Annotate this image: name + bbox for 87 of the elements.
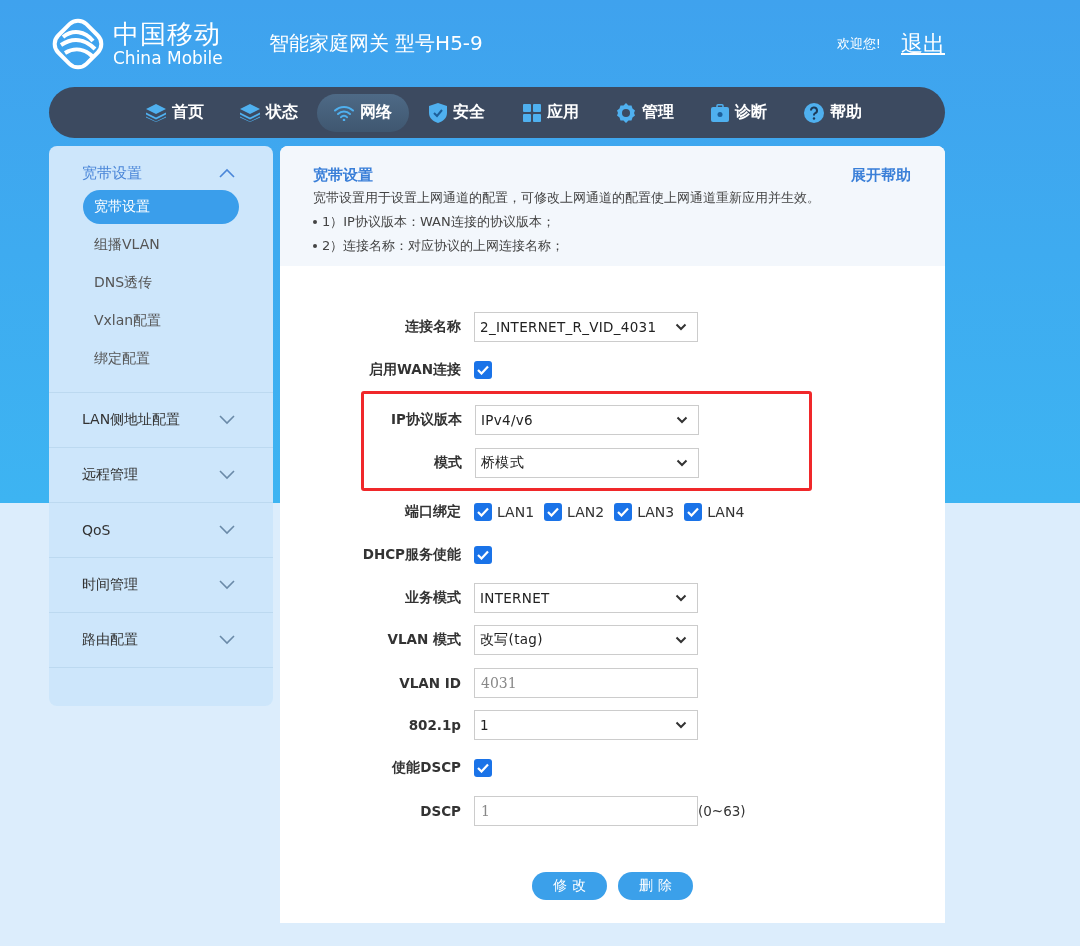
chevron-down-icon (219, 415, 235, 425)
grid-icon (523, 103, 541, 122)
sidebar-item[interactable]: 绑定配置 (83, 342, 239, 376)
dropdown[interactable]: 改写(tag) (474, 625, 698, 656)
checkbox[interactable] (614, 503, 633, 522)
bullet-icon (313, 220, 317, 224)
chevron-down-icon (219, 580, 235, 590)
nav-tab[interactable]: 管理 (599, 93, 691, 132)
nav-tab[interactable]: 首页 (129, 93, 221, 132)
checkmark-icon (547, 507, 560, 518)
checkbox-label: LAN3 (637, 504, 675, 521)
field-label: 连接名称 (404, 318, 461, 337)
welcome-text: 欢迎您! (836, 34, 881, 53)
sidebar-group[interactable]: QoS (49, 503, 273, 557)
panel-title: 宽带设置 (313, 166, 373, 185)
checkbox-label: LAN4 (707, 504, 745, 521)
nav-tab[interactable]: 安全 (411, 93, 503, 132)
checkmark-icon (477, 550, 489, 561)
chevron-down-icon (675, 636, 687, 645)
sidebar-item[interactable]: 组播VLAN (83, 228, 239, 262)
checkbox[interactable] (544, 503, 563, 522)
layers-icon (146, 103, 166, 122)
help-link[interactable]: 展开帮助 (851, 166, 911, 185)
sidebar-group[interactable]: LAN侧地址配置 (49, 393, 273, 447)
checkbox-label: LAN1 (497, 504, 535, 521)
sidebar-group[interactable]: 远程管理 (49, 448, 273, 502)
checkmark-icon (477, 763, 489, 774)
chevron-down-icon (676, 458, 688, 467)
checkbox[interactable] (474, 546, 492, 565)
field-label: VLAN ID (398, 674, 461, 691)
checkmark-icon (477, 507, 489, 518)
chevron-down-icon (219, 635, 235, 645)
sidebar-item[interactable]: Vxlan配置 (83, 304, 239, 338)
checkbox[interactable] (474, 360, 492, 379)
input-field[interactable]: 4031 (474, 667, 698, 698)
layers-icon (240, 103, 260, 122)
nav-tab[interactable]: 帮助 (787, 93, 879, 132)
checkmark-icon (687, 507, 700, 518)
nav-tab[interactable]: 应用 (505, 93, 597, 132)
dropdown[interactable]: IPv4/v6 (475, 404, 699, 435)
bullet-icon (313, 244, 317, 248)
field-label: DSCP (419, 802, 461, 819)
shield-check-icon (429, 102, 447, 123)
description-text: 宽带设置用于设置上网通道的配置，可修改上网通道的配置使上网通道重新应用并生效。 (313, 189, 821, 207)
wifi-icon (334, 104, 354, 121)
field-label: 使能DSCP (391, 759, 461, 778)
field-label: VLAN 模式 (386, 631, 461, 650)
field-label: DHCP服务使能 (361, 546, 461, 565)
sidebar-item[interactable]: DNS透传 (83, 266, 239, 300)
chevron-down-icon (676, 415, 688, 424)
checkmark-icon (477, 364, 489, 375)
nav-tab[interactable]: 诊断 (693, 93, 785, 132)
logo-subtext: China Mobile (113, 49, 223, 67)
checkmark-icon (617, 507, 630, 518)
checkbox[interactable] (684, 503, 703, 522)
bullet-text: 1）IP协议版本：WAN连接的协议版本； (322, 213, 555, 231)
input-field[interactable]: 1 (474, 795, 698, 826)
chevron-down-icon (675, 721, 687, 730)
gear-icon (616, 102, 636, 123)
field-label: IP协议版本 (390, 410, 462, 429)
dropdown[interactable]: 2_INTERNET_R_VID_4031 (474, 312, 698, 343)
range-hint: (0~63) (698, 802, 746, 819)
chevron-down-icon (675, 593, 687, 602)
chevron-down-icon (219, 470, 235, 480)
nav-tab[interactable]: 状态 (223, 93, 315, 132)
field-label: 端口绑定 (404, 503, 461, 522)
bullet-text: 2）连接名称：对应协议的上网连接名称； (322, 237, 565, 255)
checkbox[interactable] (474, 759, 492, 778)
nav-tab[interactable]: 网络 (317, 93, 409, 132)
dropdown[interactable]: 1 (474, 710, 698, 741)
chevron-down-icon (675, 323, 687, 332)
field-label: 业务模式 (404, 588, 461, 607)
sidebar-group[interactable]: 路由配置 (49, 613, 273, 667)
checkbox[interactable] (474, 503, 492, 522)
chevron-up-icon (219, 168, 235, 178)
checkbox-label: LAN2 (567, 504, 605, 521)
chevron-down-icon (219, 525, 235, 535)
field-label: 启用WAN连接 (367, 360, 461, 379)
logo-text: 中国移动 (113, 20, 222, 47)
dropdown[interactable]: INTERNET (474, 582, 698, 613)
sidebar-group[interactable]: 时间管理 (49, 558, 273, 612)
field-label: 802.1p (407, 717, 461, 734)
page-title: 智能家庭网关 型号H5-9 (268, 30, 483, 57)
help-icon (804, 102, 824, 123)
field-label: 模式 (433, 453, 462, 472)
toolbox-icon (711, 103, 729, 122)
dropdown[interactable]: 桥模式 (475, 447, 699, 478)
